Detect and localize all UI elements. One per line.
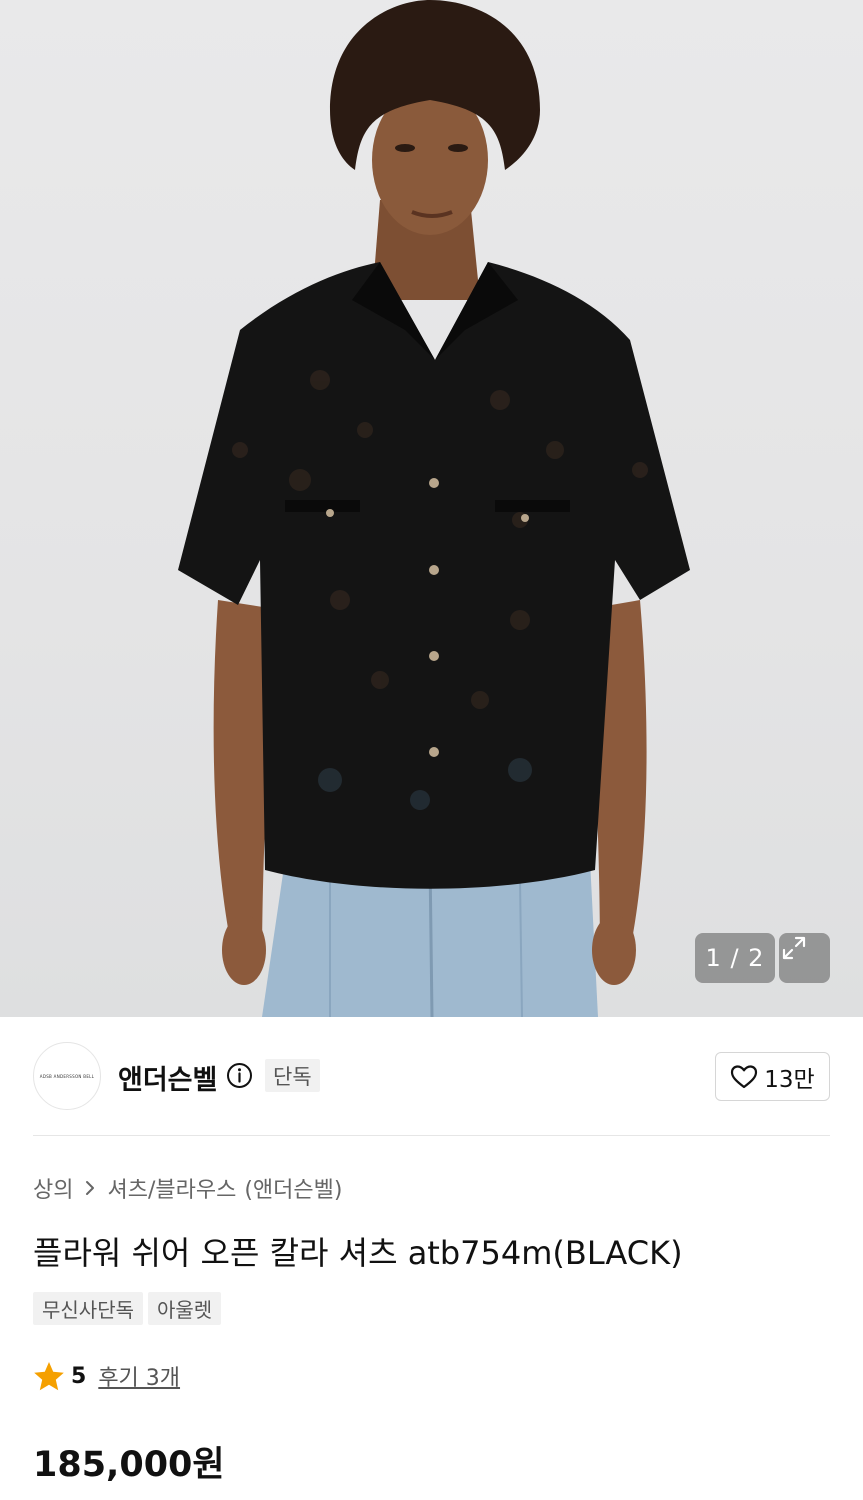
breadcrumb-category[interactable]: 상의 — [33, 1172, 73, 1204]
exclusive-badge: 단독 — [265, 1059, 320, 1092]
breadcrumb-subcategory[interactable]: 셔츠/블라우스 — [107, 1172, 236, 1204]
image-counter: 1 / 2 — [695, 933, 775, 983]
breadcrumb-brand[interactable]: (앤더슨벨) — [244, 1172, 342, 1204]
product-image[interactable]: 1 / 2 — [0, 0, 863, 1017]
brand-row: ADSB ANDERSSON BELL 앤더슨벨 단독 13만 — [33, 1042, 830, 1110]
star-icon — [34, 1362, 64, 1391]
heart-icon — [731, 1064, 758, 1088]
like-button[interactable]: 13만 — [715, 1052, 830, 1101]
info-icon[interactable] — [226, 1062, 253, 1089]
brand-logo[interactable]: ADSB ANDERSSON BELL — [33, 1042, 101, 1110]
review-link[interactable]: 후기 3개 — [98, 1360, 180, 1392]
divider — [33, 1135, 830, 1136]
product-price: 185,000원 — [33, 1445, 225, 1485]
tag-musinsa-exclusive: 무신사단독 — [33, 1292, 143, 1325]
tag-outlet: 아울렛 — [148, 1292, 222, 1325]
product-tags: 무신사단독 아울렛 — [33, 1292, 222, 1325]
product-title: 플라워 쉬어 오픈 칼라 셔츠 atb754m(BLACK) — [33, 1234, 683, 1272]
brand-logo-text: ADSB ANDERSSON BELL — [39, 1073, 95, 1079]
rating-score: 5 — [71, 1363, 87, 1389]
chevron-right-icon — [86, 1181, 95, 1195]
breadcrumb: 상의 셔츠/블라우스 (앤더슨벨) — [33, 1172, 342, 1204]
brand-name[interactable]: 앤더슨벨 — [118, 1058, 217, 1097]
rating: 5 후기 3개 — [33, 1360, 180, 1392]
like-count: 13만 — [764, 1066, 815, 1093]
model-photo — [178, 0, 690, 1017]
expand-icon — [782, 936, 806, 960]
expand-button[interactable] — [779, 933, 830, 983]
